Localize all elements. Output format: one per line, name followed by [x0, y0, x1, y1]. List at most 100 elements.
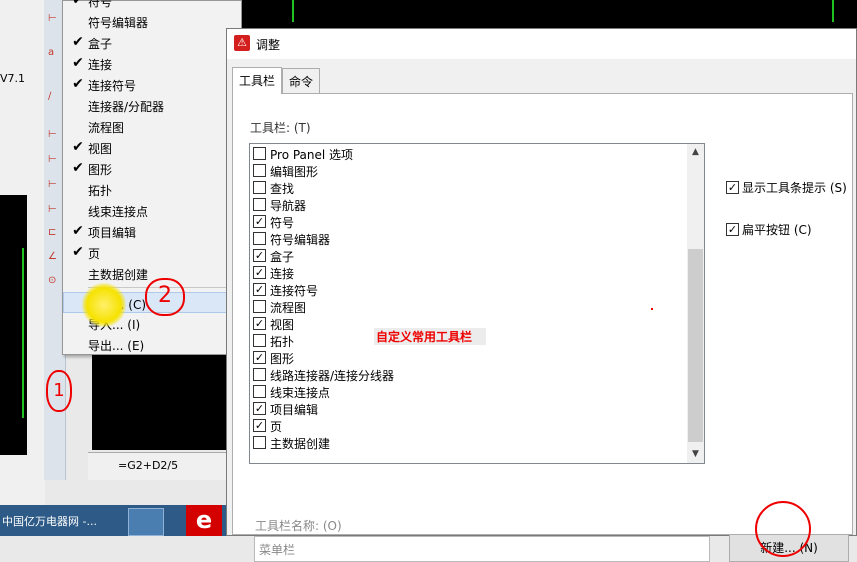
tool-icon[interactable]: ∠: [48, 252, 62, 262]
checkbox-box[interactable]: ✓: [253, 266, 266, 279]
toolbar-list-item[interactable]: 主数据创建: [253, 434, 683, 451]
scroll-down-icon[interactable]: ▼: [687, 446, 704, 463]
menu-item[interactable]: 流程图: [63, 116, 241, 137]
menu-item-label: 项目编辑: [88, 226, 137, 240]
tool-icon[interactable]: ⊢: [48, 130, 62, 140]
check-icon: ✔: [72, 76, 84, 92]
toolbar-list-item[interactable]: 流程图: [253, 298, 683, 315]
toolbar-list-item[interactable]: 导航器: [253, 196, 683, 213]
checkbox-box[interactable]: ✓: [253, 317, 266, 330]
checkbox-box[interactable]: [253, 164, 266, 177]
menu-action[interactable]: 导出... (E): [63, 334, 241, 355]
taskbar-app-icon[interactable]: e: [186, 505, 222, 536]
checkbox-box[interactable]: [253, 385, 266, 398]
toolbar-list-item-label: 连接: [270, 267, 295, 281]
toolbar-list-item[interactable]: ✓ 项目编辑: [253, 400, 683, 417]
menu-item-label: 视图: [88, 142, 113, 156]
toolbar-list-item-label: 视图: [270, 318, 295, 332]
tool-icon[interactable]: a: [48, 48, 62, 58]
toolbar-list-item[interactable]: ✓ 盒子: [253, 247, 683, 264]
overlay-note: 自定义常用工具栏: [374, 328, 487, 345]
menu-item-label: 拓扑: [88, 184, 113, 198]
checkbox-box[interactable]: [253, 181, 266, 194]
toolbar-list-item[interactable]: 线束连接点: [253, 383, 683, 400]
tool-icon[interactable]: ⊙: [48, 276, 62, 286]
menu-item[interactable]: ✔ 项目编辑: [63, 221, 241, 242]
taskbar-button[interactable]: [128, 508, 164, 536]
checkbox-box[interactable]: ✓: [253, 419, 266, 432]
checkbox-box[interactable]: ✓: [253, 283, 266, 296]
menu-item[interactable]: 符号编辑器: [63, 11, 241, 32]
checkbox-box[interactable]: ✓: [726, 223, 739, 236]
app-warning-icon: ⚠: [234, 35, 250, 51]
dialog-titlebar[interactable]: ⚠ 调整: [227, 29, 856, 59]
checkbox-box[interactable]: [253, 147, 266, 160]
toolbar-name-input[interactable]: 菜单栏: [254, 536, 710, 562]
menu-item-label: 页: [88, 247, 101, 261]
toolbar-list-item[interactable]: ✓ 页: [253, 417, 683, 434]
menu-item[interactable]: ✔ 图形: [63, 158, 241, 179]
toolbar-list-item[interactable]: 线路连接器/连接分线器: [253, 366, 683, 383]
tool-icon[interactable]: ⊢: [48, 14, 62, 24]
checkbox-box[interactable]: ✓: [253, 215, 266, 228]
tool-icon[interactable]: ⊢: [48, 155, 62, 165]
tool-icon[interactable]: ⊢: [48, 205, 62, 215]
checkbox-box[interactable]: [253, 300, 266, 313]
menu-item[interactable]: 连接器/分配器: [63, 95, 241, 116]
toolbar-list-item[interactable]: ✓ 连接: [253, 264, 683, 281]
toolbar-list-item[interactable]: 查找: [253, 179, 683, 196]
menu-item-label: 主数据创建: [88, 268, 149, 282]
checkbox-box[interactable]: ✓: [726, 181, 739, 194]
menu-item-label: 线束连接点: [88, 205, 149, 219]
toolbars-listbox[interactable]: 主数据创建 ✓ 页 ✓ 项目编辑 线束连接点 线路连接器/连接分线器 ✓ 图形 拓扑 ✓ 视图 流程图 ✓…: [249, 143, 705, 464]
canvas-line: [832, 0, 834, 22]
tab-commands[interactable]: 命令: [282, 68, 321, 93]
menu-item[interactable]: ✔ 连接: [63, 53, 241, 74]
menu-action-label: 导出... (E): [88, 339, 145, 353]
dialog-client: 工具栏 命令 工具栏: (T) 主数据创建 ✓ 页 ✓ 项目编辑 线束连接点 线路连接器/连…: [227, 59, 856, 562]
menu-item[interactable]: 拓扑: [63, 179, 241, 200]
checkbox-box[interactable]: [253, 198, 266, 211]
checkbox-box[interactable]: ✓: [253, 402, 266, 415]
tool-icon[interactable]: ∕: [48, 92, 62, 102]
listbox-scrollbar[interactable]: ▲ ▼: [687, 144, 704, 463]
toolbar-list-item[interactable]: ✓ 图形: [253, 349, 683, 366]
toolbar-list-item[interactable]: 符号编辑器: [253, 230, 683, 247]
toolbar-list-item-label: 项目编辑: [270, 403, 319, 417]
scroll-thumb[interactable]: [688, 249, 703, 442]
menu-item[interactable]: ✔ 页: [63, 242, 241, 263]
tool-icon[interactable]: ⊏: [48, 228, 62, 238]
toolbar-list-item[interactable]: ✓ 连接符号: [253, 281, 683, 298]
menu-item[interactable]: ✔ 连接符号: [63, 74, 241, 95]
menu-item[interactable]: ✔ 符号: [63, 0, 241, 11]
toolbar-list-item-label: 页: [270, 420, 283, 434]
toolbar-list-item[interactable]: ✓ 符号: [253, 213, 683, 230]
checkbox-box[interactable]: ✓: [253, 249, 266, 262]
sheet-tab[interactable]: =G2+D2/5: [118, 459, 178, 472]
tool-icon[interactable]: ⊢: [48, 180, 62, 190]
check-icon: [69, 180, 87, 198]
toolbar-name-label: 工具栏名称: (O): [255, 519, 342, 533]
checkbox-box[interactable]: ✓: [253, 351, 266, 364]
checkbox-box[interactable]: [253, 334, 266, 347]
checkbox-box[interactable]: [253, 232, 266, 245]
red-dot: [651, 308, 653, 310]
canvas-line: [22, 248, 24, 418]
menu-item[interactable]: ✔ 视图: [63, 137, 241, 158]
menu-item[interactable]: ✔ 盒子: [63, 32, 241, 53]
toolbar-list-item[interactable]: 编辑图形: [253, 162, 683, 179]
toolbar-list-item-label: 符号: [270, 216, 295, 230]
scroll-up-icon[interactable]: ▲: [687, 144, 704, 161]
check-icon: ✔: [72, 160, 84, 176]
menu-item[interactable]: 线束连接点: [63, 200, 241, 221]
checkbox-box[interactable]: [253, 368, 266, 381]
check-icon: ✔: [72, 34, 84, 50]
menu-item-label: 连接器/分配器: [88, 100, 165, 114]
checkbox-box[interactable]: [253, 436, 266, 449]
tab-toolbars[interactable]: 工具栏: [232, 67, 283, 94]
canvas-line: [292, 0, 294, 22]
menu-item-label: 连接符号: [88, 79, 137, 93]
check-icon: ✔: [72, 0, 84, 8]
taskbar-item[interactable]: 中国亿万电器网 -...: [2, 513, 97, 529]
toolbar-list-item[interactable]: Pro Panel 选项: [253, 145, 683, 162]
